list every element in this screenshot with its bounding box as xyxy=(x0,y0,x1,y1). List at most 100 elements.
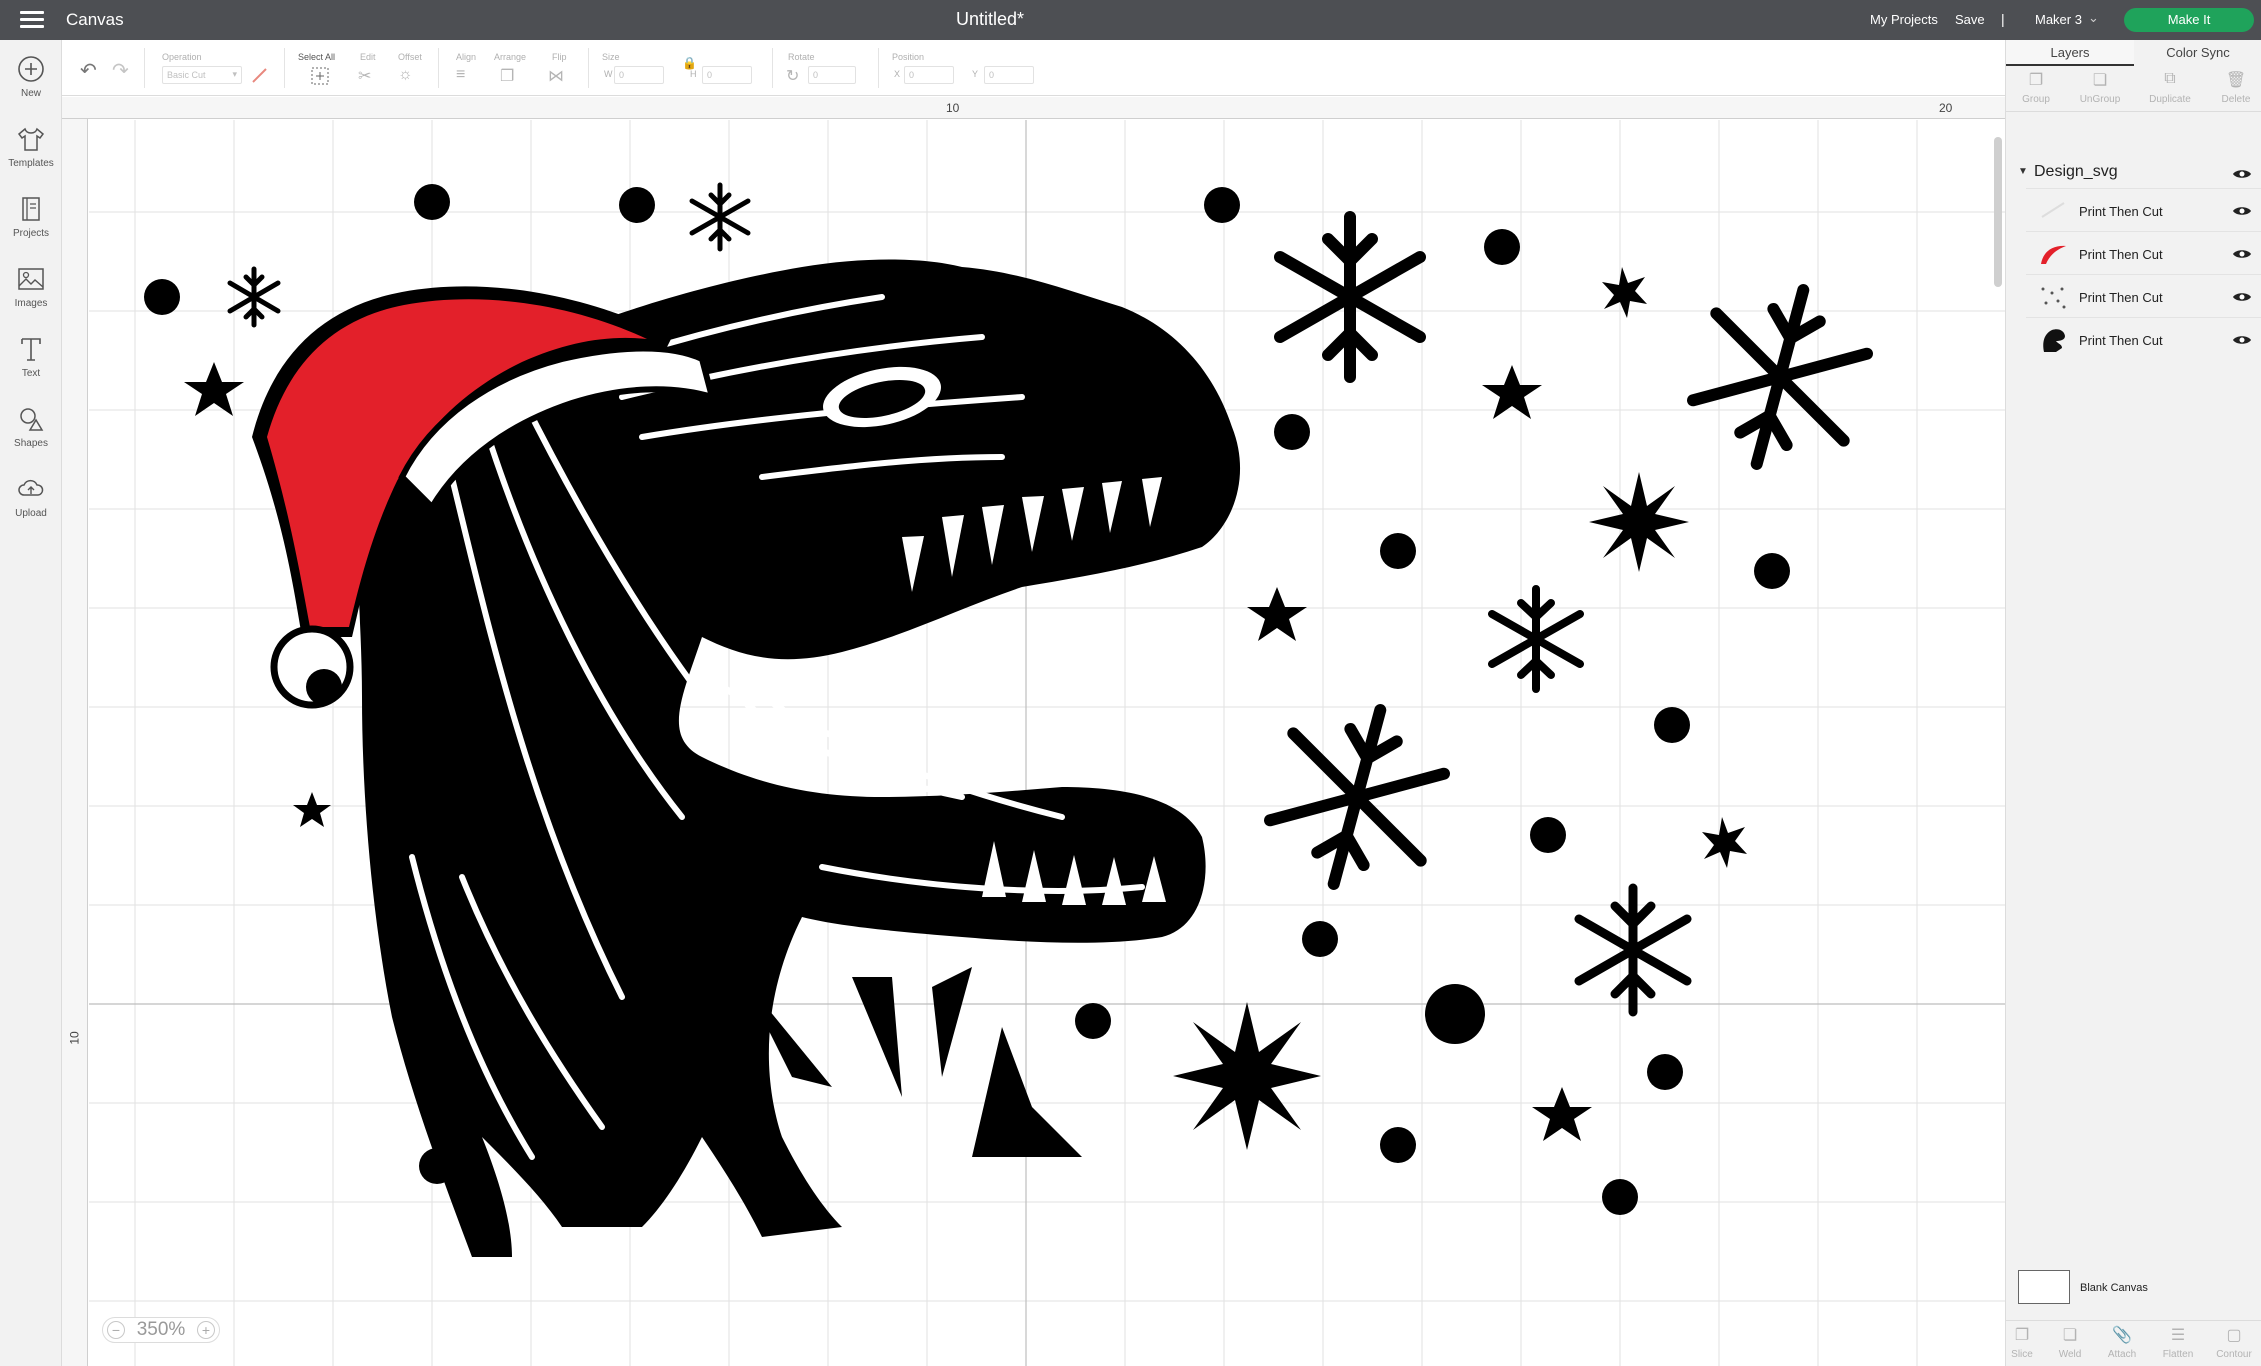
zoom-in-button[interactable]: + xyxy=(197,1321,215,1339)
weld-button[interactable]: ❏ Weld xyxy=(2046,1325,2094,1360)
eye-icon[interactable] xyxy=(2232,247,2252,261)
contour-icon: ▢ xyxy=(2226,1327,2242,1344)
chevron-down-icon[interactable]: ⌄ xyxy=(2088,10,2099,26)
arrange-icon[interactable]: ❐ xyxy=(500,66,514,86)
toolbar-divider xyxy=(588,48,589,88)
eye-icon[interactable] xyxy=(2232,167,2252,181)
trash-icon: 🗑 xyxy=(2225,72,2247,89)
panel-tabs: Layers Color Sync xyxy=(2006,40,2261,66)
topbar-divider: | xyxy=(2001,11,2005,27)
shapes-icon xyxy=(20,408,44,431)
eye-icon[interactable] xyxy=(2232,204,2252,218)
layer-thumbnail-hat xyxy=(2041,245,2066,264)
flatten-button[interactable]: ☰ Flatten xyxy=(2152,1325,2204,1360)
sidebar-item-projects[interactable]: Projects xyxy=(0,194,62,256)
flatten-label: Flatten xyxy=(2162,1349,2194,1360)
left-sidebar: New Templates Projects Images Text Shape… xyxy=(0,40,62,1366)
layer-row[interactable]: Print Then Cut xyxy=(2026,317,2261,360)
y-position-input[interactable]: 0 xyxy=(984,66,1034,84)
width-label: W xyxy=(604,69,613,79)
save-button[interactable]: Save xyxy=(1955,12,1985,27)
vertical-scrollbar[interactable] xyxy=(1994,137,2002,287)
layer-thumbnail-decor xyxy=(2041,287,2066,309)
toolbar-divider xyxy=(772,48,773,88)
canvas-area[interactable]: 10 20 10 − 350% + xyxy=(62,97,2005,1366)
operation-select[interactable]: Basic Cut ▾ xyxy=(162,66,242,84)
plus-circle-icon xyxy=(18,56,44,82)
layer-name: Print Then Cut xyxy=(2079,204,2163,219)
sidebar-label: Upload xyxy=(15,508,47,519)
sidebar-item-upload[interactable]: Upload xyxy=(0,474,62,536)
make-it-button[interactable]: Make It xyxy=(2124,8,2254,32)
zoom-out-button[interactable]: − xyxy=(107,1321,125,1339)
slice-button[interactable]: ❐ Slice xyxy=(1998,1325,2046,1360)
sidebar-item-images[interactable]: Images xyxy=(0,264,62,326)
blank-canvas-label: Blank Canvas xyxy=(2080,1282,2148,1294)
flip-label: Flip xyxy=(552,52,567,62)
layer-group-name: Design_svg xyxy=(2034,163,2118,180)
x-position-input[interactable]: 0 xyxy=(904,66,954,84)
delete-label: Delete xyxy=(2221,94,2251,105)
attach-button[interactable]: 📎 Attach xyxy=(2094,1325,2150,1360)
my-projects-link[interactable]: My Projects xyxy=(1870,12,1938,27)
image-icon xyxy=(18,268,44,290)
tab-color-sync[interactable]: Color Sync xyxy=(2134,40,2261,66)
sidebar-label: Text xyxy=(21,368,41,379)
rotate-icon[interactable]: ↻ xyxy=(786,66,799,86)
offset-label: Offset xyxy=(398,52,422,62)
layer-group-row[interactable]: ▼ Design_svg xyxy=(2006,158,2261,188)
zoom-control: − 350% + xyxy=(102,1317,220,1343)
eye-icon[interactable] xyxy=(2232,290,2252,304)
flip-icon[interactable]: ⋈ xyxy=(548,66,564,86)
sidebar-label: Images xyxy=(14,298,48,309)
layer-name: Print Then Cut xyxy=(2079,290,2163,305)
machine-selector[interactable]: Maker 3 xyxy=(2035,12,2082,27)
app-title: Canvas xyxy=(66,10,124,29)
layer-tools: ❐ Group ❏ UnGroup ⧉ Duplicate 🗑 Delete xyxy=(2006,66,2261,112)
width-input[interactable]: 0 xyxy=(614,66,664,84)
blank-canvas-swatch[interactable] xyxy=(2018,1270,2070,1304)
align-icon[interactable]: ≡ xyxy=(456,66,465,84)
undo-icon[interactable]: ↶ xyxy=(80,58,97,83)
group-button[interactable]: ❐ Group xyxy=(2006,70,2066,105)
layer-thumbnail-white xyxy=(2041,202,2065,218)
height-input[interactable]: 0 xyxy=(702,66,752,84)
group-label: Group xyxy=(2022,94,2050,105)
ungroup-button[interactable]: ❏ UnGroup xyxy=(2070,70,2130,105)
edit-label: Edit xyxy=(360,52,376,62)
redo-icon[interactable]: ↷ xyxy=(112,58,129,83)
contour-button[interactable]: ▢ Contour xyxy=(2206,1325,2261,1360)
hamburger-menu-icon[interactable] xyxy=(18,8,46,32)
sidebar-item-templates[interactable]: Templates xyxy=(0,124,62,186)
layer-name: Print Then Cut xyxy=(2079,333,2163,348)
cloud-upload-icon xyxy=(18,479,44,496)
toolbar-divider xyxy=(284,48,285,88)
pen-color-icon[interactable] xyxy=(250,66,268,84)
caret-down-icon[interactable]: ▼ xyxy=(2018,166,2028,177)
select-all-icon[interactable] xyxy=(310,66,330,86)
lock-icon[interactable]: 🔒 xyxy=(682,56,697,70)
layer-name: Print Then Cut xyxy=(2079,247,2163,262)
sidebar-item-text[interactable]: Text xyxy=(0,334,62,396)
layer-row[interactable]: Print Then Cut xyxy=(2026,274,2261,317)
flatten-icon: ☰ xyxy=(2170,1327,2186,1344)
height-label: H xyxy=(690,69,697,79)
layer-row[interactable]: Print Then Cut xyxy=(2026,188,2261,231)
y-label: Y xyxy=(972,69,979,79)
duplicate-button[interactable]: ⧉ Duplicate xyxy=(2140,70,2200,105)
document-title[interactable]: Untitled* xyxy=(900,9,1080,30)
tab-layers[interactable]: Layers xyxy=(2006,40,2134,66)
scissors-icon[interactable]: ✂ xyxy=(358,66,371,86)
sidebar-item-shapes[interactable]: Shapes xyxy=(0,404,62,466)
sidebar-label: Shapes xyxy=(14,438,48,449)
layer-thumbnail-trex xyxy=(2043,329,2065,352)
sidebar-label: New xyxy=(20,88,41,99)
rotate-input[interactable]: 0 xyxy=(808,66,856,84)
design-artwork[interactable] xyxy=(62,97,2005,1366)
offset-icon[interactable]: ☼ xyxy=(398,66,413,84)
toolbar-divider xyxy=(878,48,879,88)
delete-button[interactable]: 🗑 Delete xyxy=(2206,70,2261,105)
eye-icon[interactable] xyxy=(2232,333,2252,347)
sidebar-item-new[interactable]: New xyxy=(0,54,62,116)
layer-row[interactable]: Print Then Cut xyxy=(2026,231,2261,274)
